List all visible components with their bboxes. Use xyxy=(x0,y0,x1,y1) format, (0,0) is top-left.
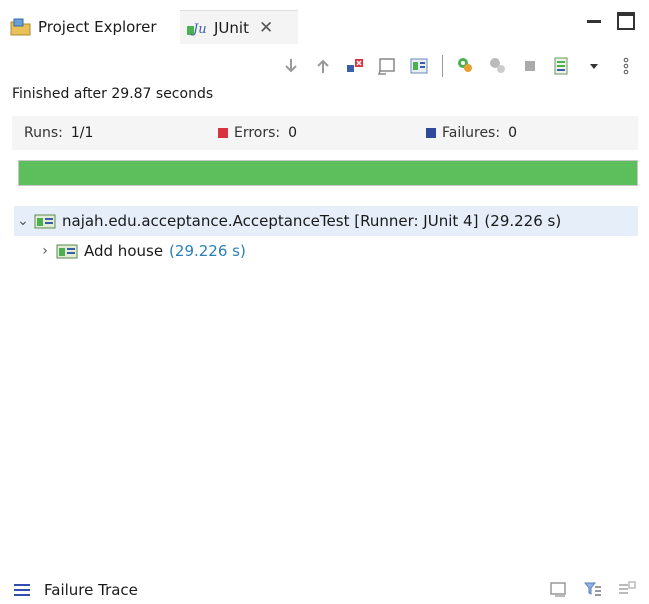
failures-label: Failures: xyxy=(442,125,501,141)
tab-junit[interactable]: Ju JUnit ✕ xyxy=(180,10,298,44)
runs-counter: Runs: 1/1 xyxy=(12,116,218,150)
previous-failure-icon[interactable] xyxy=(312,55,334,77)
stop-icon[interactable] xyxy=(519,55,541,77)
failure-trace-icon xyxy=(14,582,34,598)
test-progress-bar xyxy=(18,160,638,186)
rerun-failed-first-icon[interactable] xyxy=(487,55,509,77)
project-explorer-icon xyxy=(10,17,32,37)
failure-trace-label: Failure Trace xyxy=(44,581,138,599)
failures-counter: Failures: 0 xyxy=(426,116,638,150)
test-history-icon[interactable] xyxy=(551,55,573,77)
tab-project-explorer[interactable]: Project Explorer xyxy=(10,10,157,44)
test-progress-fill xyxy=(19,161,637,185)
filter-stack-trace-icon[interactable] xyxy=(583,580,603,600)
test-case-icon xyxy=(56,242,78,260)
view-menu-icon[interactable] xyxy=(583,55,605,77)
errors-value: 0 xyxy=(288,125,298,141)
scroll-lock-icon[interactable] xyxy=(376,55,398,77)
view-tab-bar: Project Explorer Ju JUnit ✕ xyxy=(0,0,649,48)
tree-row-test-class-time: (29.226 s) xyxy=(484,212,562,230)
run-status-text: Finished after 29.87 seconds xyxy=(12,86,214,102)
failure-trace-header: Failure Trace xyxy=(0,576,649,604)
failures-value: 0 xyxy=(508,125,517,141)
tree-row-test-case-time: (29.226 s) xyxy=(169,242,246,260)
toolbar-separator xyxy=(442,55,443,77)
failure-icon xyxy=(426,128,436,138)
tab-project-explorer-label: Project Explorer xyxy=(38,18,157,36)
svg-text:Ju: Ju xyxy=(190,22,207,37)
minimize-icon[interactable] xyxy=(585,12,603,30)
tree-row-test-case-label: Add house xyxy=(84,242,164,260)
next-failure-icon[interactable] xyxy=(280,55,302,77)
runs-label: Runs: xyxy=(24,125,63,141)
tab-junit-label: JUnit xyxy=(214,18,249,37)
show-skipped-icon[interactable] xyxy=(408,55,430,77)
junit-toolbar xyxy=(280,52,637,80)
errors-label: Errors: xyxy=(234,125,281,141)
junit-icon: Ju xyxy=(186,18,208,38)
errors-counter: Errors: 0 xyxy=(218,116,426,150)
maximize-icon[interactable] xyxy=(617,12,635,30)
more-icon[interactable] xyxy=(615,55,637,77)
tree-row-test-case[interactable]: › Add house (29.226 s) xyxy=(14,236,638,266)
chevron-down-icon[interactable]: ⌄ xyxy=(14,213,32,229)
tree-row-test-class[interactable]: ⌄ najah.edu.acceptance.AcceptanceTest [R… xyxy=(14,206,638,236)
error-icon xyxy=(218,128,228,138)
copy-trace-icon[interactable] xyxy=(617,580,637,600)
tree-row-test-class-label: najah.edu.acceptance.AcceptanceTest [Run… xyxy=(62,212,479,230)
compare-result-icon[interactable] xyxy=(549,580,569,600)
runs-value: 1/1 xyxy=(70,125,94,141)
show-failures-only-icon[interactable] xyxy=(344,55,366,77)
test-tree: ⌄ najah.edu.acceptance.AcceptanceTest [R… xyxy=(14,206,638,266)
close-tab-icon[interactable]: ✕ xyxy=(259,18,273,38)
rerun-test-icon[interactable] xyxy=(455,55,477,77)
test-suite-icon xyxy=(34,212,56,230)
counters-panel: Runs: 1/1 Errors: 0 Failures: 0 xyxy=(12,116,638,150)
chevron-right-icon[interactable]: › xyxy=(36,243,54,259)
